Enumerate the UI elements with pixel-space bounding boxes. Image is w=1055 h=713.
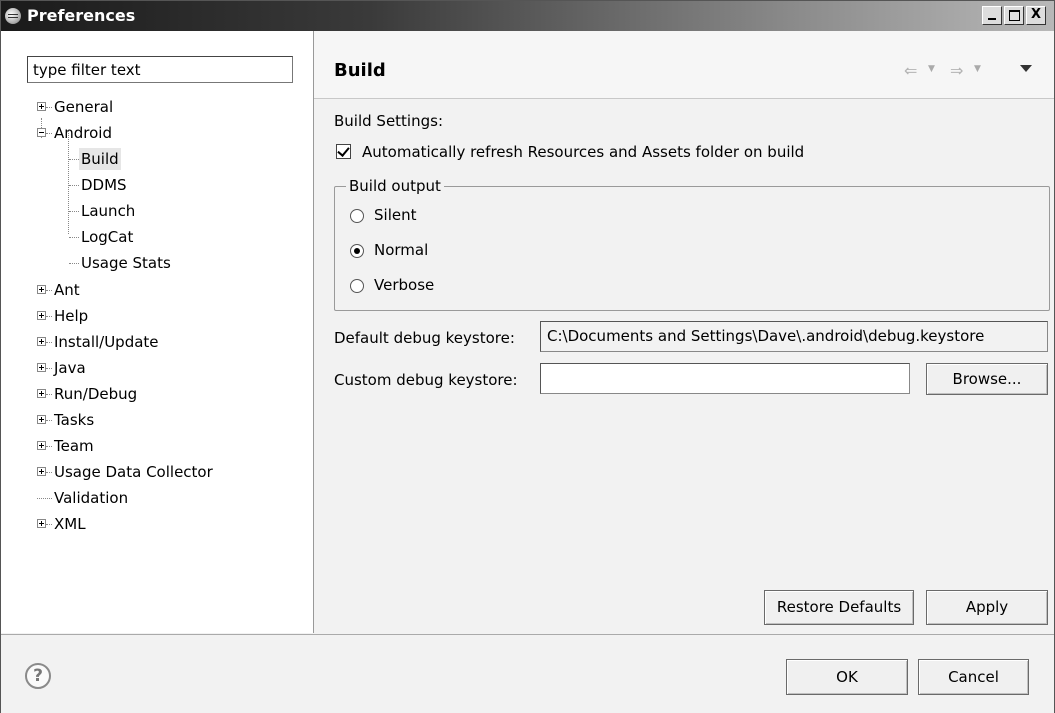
tree-item-label: Usage Stats [81, 254, 171, 272]
build-output-title: Build output [346, 177, 444, 195]
expand-icon[interactable] [37, 285, 46, 294]
tree-connector [46, 107, 52, 108]
preferences-window: Preferences X General Android Build [0, 0, 1055, 713]
radio-button[interactable] [350, 244, 364, 258]
tree-item-label: DDMS [81, 176, 127, 194]
preferences-tree-pane: General Android Build DDMS Launch Lo [1, 31, 314, 633]
tree-item-label: Build [79, 148, 121, 170]
expand-icon[interactable] [37, 467, 46, 476]
expand-icon[interactable] [37, 415, 46, 424]
tree-item-label: Java [54, 359, 86, 377]
tree-connector [68, 130, 69, 234]
minimize-icon [988, 18, 996, 20]
tree-item-label: Install/Update [54, 333, 159, 351]
build-output-group [334, 186, 1050, 311]
expand-icon[interactable] [37, 311, 46, 320]
back-dropdown-icon[interactable]: ▼ [928, 64, 935, 74]
forward-arrow-icon[interactable]: ⇒ [950, 61, 963, 80]
tree-item-label: Help [54, 307, 89, 325]
default-keystore-label: Default debug keystore: [334, 329, 515, 347]
tree-item-label: Run/Debug [54, 385, 138, 403]
default-keystore-field[interactable]: C:\Documents and Settings\Dave\.android\… [540, 321, 1048, 352]
apply-button[interactable]: Apply [926, 590, 1048, 625]
view-menu-icon[interactable] [1020, 65, 1032, 72]
tree-connector [69, 185, 79, 186]
eclipse-icon [5, 8, 21, 24]
build-settings-heading: Build Settings: [334, 112, 443, 130]
page-header: Build ⇐ ▼ ⇒ ▼ [314, 31, 1054, 99]
tree-item-label: XML [54, 515, 86, 533]
restore-defaults-button[interactable]: Restore Defaults [764, 590, 914, 625]
tree-connector [69, 159, 79, 160]
expand-icon[interactable] [37, 389, 46, 398]
auto-refresh-label: Automatically refresh Resources and Asse… [362, 143, 805, 161]
radio-button[interactable] [350, 209, 364, 223]
page-title: Build [334, 60, 386, 81]
tree-connector [46, 290, 52, 291]
tree-item-label: Ant [54, 281, 80, 299]
tree-connector [46, 472, 52, 473]
close-icon: X [1030, 7, 1042, 22]
cancel-button[interactable]: Cancel [918, 659, 1029, 695]
check-icon [337, 144, 350, 157]
radio-label: Normal [374, 241, 429, 259]
minimize-button[interactable] [982, 6, 1002, 25]
expand-icon[interactable] [37, 441, 46, 450]
tree-item-label: LogCat [81, 228, 134, 246]
browse-button[interactable]: Browse... [926, 363, 1048, 395]
radio-button[interactable] [350, 279, 364, 293]
expand-icon[interactable] [37, 337, 46, 346]
maximize-icon [1009, 10, 1020, 21]
window-title: Preferences [27, 6, 136, 25]
tree-connector [46, 133, 52, 134]
tree-connector [69, 263, 79, 264]
forward-dropdown-icon[interactable]: ▼ [974, 64, 981, 74]
checkbox-box[interactable] [336, 144, 351, 159]
tree-item-label: Usage Data Collector [54, 463, 213, 481]
tree-item-label: Team [54, 437, 94, 455]
expand-icon[interactable] [37, 102, 46, 111]
tree-connector [46, 420, 52, 421]
tree-connector [46, 524, 52, 525]
maximize-button[interactable] [1004, 6, 1024, 25]
tree-item-label: Android [54, 124, 112, 142]
custom-keystore-label: Custom debug keystore: [334, 371, 518, 389]
close-button[interactable]: X [1026, 6, 1046, 25]
ok-button[interactable]: OK [786, 659, 908, 695]
preference-page: Build ⇐ ▼ ⇒ ▼ Build Settings: Automatica… [314, 31, 1054, 633]
expand-icon[interactable] [37, 363, 46, 372]
title-bar[interactable]: Preferences X [1, 1, 1054, 31]
tree-item-label: Launch [81, 202, 136, 220]
radio-label: Verbose [374, 276, 435, 294]
tree-item-label: Validation [54, 489, 129, 507]
tree-connector [69, 237, 79, 238]
filter-input[interactable] [27, 56, 293, 83]
collapse-icon[interactable] [37, 128, 46, 137]
tree-connector [46, 316, 52, 317]
radio-label: Silent [374, 206, 417, 224]
tree-connector [46, 446, 52, 447]
tree-connector [69, 211, 79, 212]
back-arrow-icon[interactable]: ⇐ [904, 61, 917, 80]
tree-item-label: Tasks [54, 411, 95, 429]
tree-item-label: General [54, 98, 114, 116]
dialog-button-bar: ? OK Cancel [1, 634, 1054, 713]
tree-connector [37, 498, 52, 499]
help-icon[interactable]: ? [25, 663, 51, 689]
custom-keystore-field[interactable] [540, 363, 910, 394]
expand-icon[interactable] [37, 519, 46, 528]
tree-connector [46, 394, 52, 395]
tree-connector [46, 368, 52, 369]
tree-connector [46, 342, 52, 343]
